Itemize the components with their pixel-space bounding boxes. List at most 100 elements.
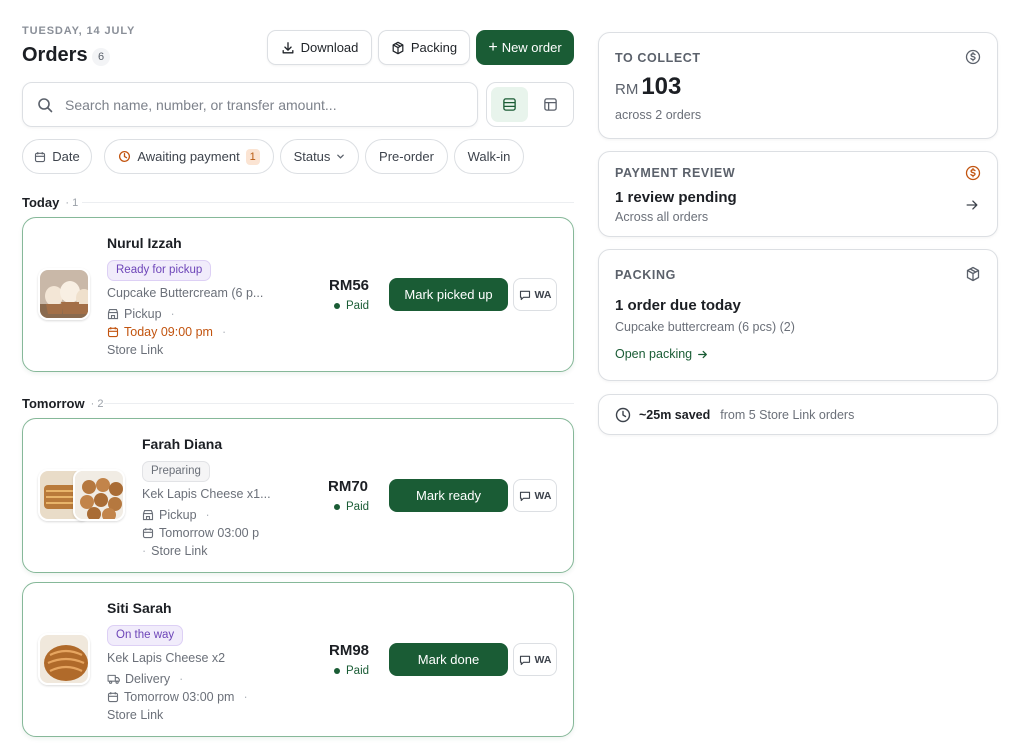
order-card[interactable]: Farah Diana Preparing Kek Lapis Cheese x… xyxy=(22,418,574,573)
group-title: Tomorrow xyxy=(22,396,85,411)
order-card[interactable]: Nurul Izzah Ready for pickup Cupcake But… xyxy=(22,217,574,372)
new-order-button[interactable]: + New order xyxy=(476,30,574,65)
filter-walkin-label: Walk-in xyxy=(467,149,511,164)
group-label-today: Today · 1 xyxy=(22,195,78,210)
time-saved-subtext: from 5 Store Link orders xyxy=(720,407,855,422)
store-icon xyxy=(142,509,154,521)
order-price: RM98 xyxy=(329,642,370,659)
whatsapp-button[interactable]: WA xyxy=(513,278,557,311)
table-view-icon xyxy=(544,98,557,111)
divider xyxy=(82,202,574,203)
orders-count-badge: 6 xyxy=(92,48,110,66)
mark-picked-up-button[interactable]: Mark picked up xyxy=(389,278,508,311)
time-saved-panel: ~25m saved from 5 Store Link orders xyxy=(598,394,998,435)
customer-name: Farah Diana xyxy=(142,436,223,452)
chat-icon xyxy=(519,290,530,300)
filter-preorder-chip[interactable]: Pre-order xyxy=(365,139,448,174)
chevron-down-icon xyxy=(337,154,345,159)
order-card[interactable]: Siti Sarah On the way Kek Lapis Cheese x… xyxy=(22,582,574,737)
paid-dot xyxy=(334,668,340,674)
list-view-button[interactable] xyxy=(491,87,528,122)
truck-icon xyxy=(107,674,120,684)
order-item: Kek Lapis Cheese x2 xyxy=(107,651,226,665)
awaiting-count-badge: 1 xyxy=(245,148,260,165)
fulfillment-method: Delivery · xyxy=(107,672,183,686)
mark-ready-button[interactable]: Mark ready xyxy=(389,479,508,512)
calendar-icon xyxy=(142,528,154,539)
payment-status: Paid xyxy=(334,665,369,677)
mark-done-button[interactable]: Mark done xyxy=(389,643,508,676)
packing-due: 1 order due today xyxy=(615,297,741,314)
page-title: Orders xyxy=(22,44,88,66)
filter-status-label: Status xyxy=(293,149,331,164)
open-packing-link[interactable]: Open packing xyxy=(615,347,708,361)
customer-name: Nurul Izzah xyxy=(107,235,182,251)
paid-dot xyxy=(334,303,340,309)
group-label-tomorrow: Tomorrow · 2 xyxy=(22,396,103,411)
order-channel: Store Link xyxy=(107,708,164,722)
order-price: RM70 xyxy=(328,478,369,495)
status-badge: Ready for pickup xyxy=(107,260,212,281)
status-badge: Preparing xyxy=(142,461,210,482)
pickup-time: Today 09:00 pm · xyxy=(107,325,226,339)
panel-heading: TO COLLECT xyxy=(615,51,701,65)
dollar-circle-icon xyxy=(965,49,981,65)
arrow-right-icon xyxy=(698,350,708,358)
product-thumbnail xyxy=(38,633,90,685)
table-view-button[interactable] xyxy=(532,87,569,122)
panel-heading: PAYMENT REVIEW xyxy=(615,166,736,180)
filter-date-label: Date xyxy=(52,149,80,164)
group-title: Today xyxy=(22,195,60,210)
search-input[interactable] xyxy=(65,96,445,113)
store-icon xyxy=(107,308,119,320)
collect-subtext: across 2 orders xyxy=(615,108,702,122)
package-icon xyxy=(966,266,980,282)
order-item: Kek Lapis Cheese x1... xyxy=(142,487,271,501)
view-toggle xyxy=(486,82,574,127)
packing-button[interactable]: Packing xyxy=(378,30,470,65)
packing-panel: PACKING 1 order due today Cupcake butter… xyxy=(598,249,998,381)
payment-status: Paid xyxy=(334,501,369,513)
dollar-circle-icon xyxy=(965,165,981,181)
filter-awaiting-payment-chip[interactable]: Awaiting payment 1 xyxy=(104,139,274,174)
calendar-icon xyxy=(107,327,119,338)
group-count: · 1 xyxy=(65,196,79,209)
filter-walkin-chip[interactable]: Walk-in xyxy=(454,139,524,174)
download-icon xyxy=(282,41,294,53)
payment-status: Paid xyxy=(334,300,369,312)
whatsapp-button[interactable]: WA xyxy=(513,643,557,676)
download-label: Download xyxy=(300,40,359,55)
date-label: TUESDAY, 14 JULY xyxy=(22,25,136,37)
paid-dot xyxy=(334,504,340,510)
arrow-right-icon[interactable] xyxy=(965,198,979,212)
fulfillment-method: Pickup · xyxy=(107,307,175,321)
customer-name: Siti Sarah xyxy=(107,600,172,616)
packing-subtext: Cupcake buttercream (6 pcs) (2) xyxy=(615,320,795,334)
order-item: Cupcake Buttercream (6 p... xyxy=(107,286,264,300)
search-icon xyxy=(38,97,53,112)
calendar-icon xyxy=(35,151,46,162)
download-button[interactable]: Download xyxy=(267,30,372,65)
chat-icon xyxy=(519,655,530,665)
order-channel: Store Link xyxy=(107,343,164,357)
whatsapp-button[interactable]: WA xyxy=(513,479,557,512)
time-saved-value: ~25m saved xyxy=(639,407,711,422)
filter-awaiting-label: Awaiting payment xyxy=(137,149,240,164)
filter-preorder-label: Pre-order xyxy=(379,149,434,164)
payment-review-panel[interactable]: PAYMENT REVIEW 1 review pending Across a… xyxy=(598,151,998,237)
delivery-time: Tomorrow 03:00 pm · xyxy=(107,690,248,704)
order-channel: · Store Link xyxy=(142,544,208,558)
group-count: · 2 xyxy=(90,397,104,410)
review-count: 1 review pending xyxy=(615,189,737,206)
new-order-label: New order xyxy=(501,40,562,55)
filter-date-chip[interactable]: Date xyxy=(22,139,92,174)
search-bar xyxy=(22,82,478,127)
product-thumbnail xyxy=(38,268,90,320)
clock-icon xyxy=(119,150,131,163)
list-view-icon xyxy=(503,98,516,111)
package-icon xyxy=(392,41,404,54)
to-collect-panel: TO COLLECT RM 103 across 2 orders xyxy=(598,32,998,139)
calendar-icon xyxy=(107,692,119,703)
filter-status-chip[interactable]: Status xyxy=(280,139,359,174)
clock-icon xyxy=(615,407,631,422)
